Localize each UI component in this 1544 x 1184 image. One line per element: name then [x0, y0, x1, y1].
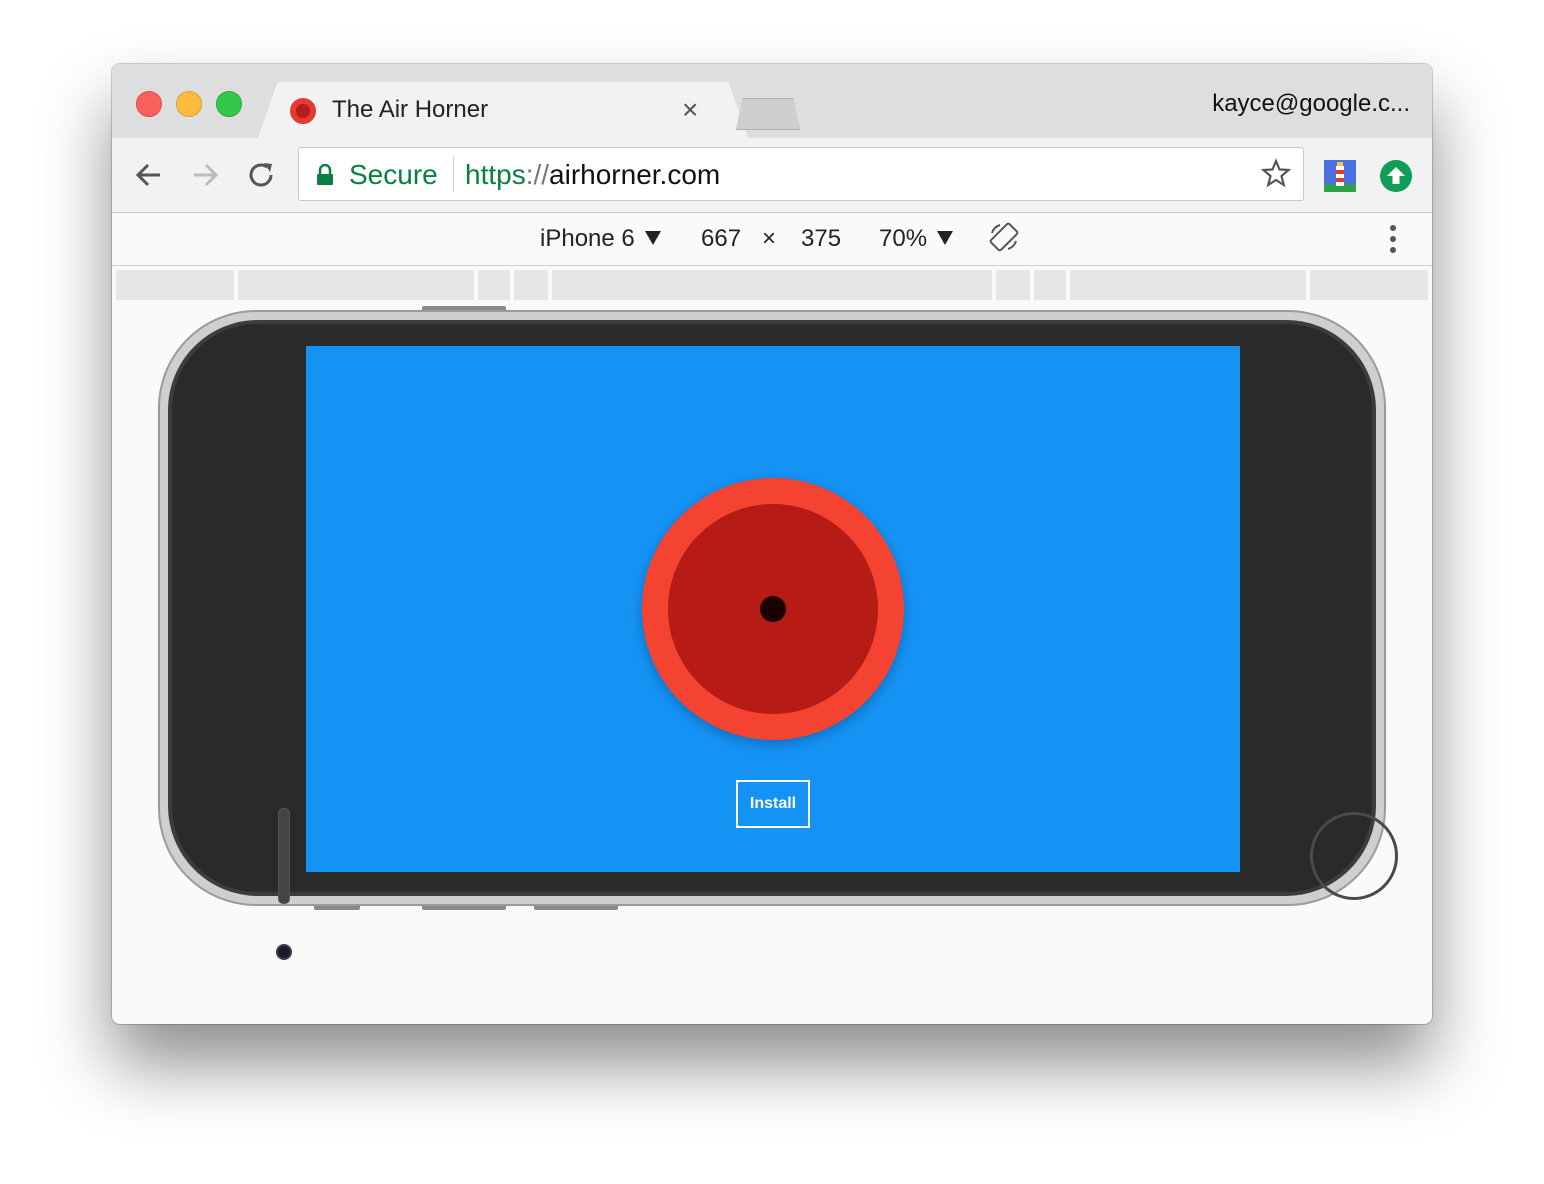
media-query-bar[interactable] [116, 270, 234, 300]
url-scheme: https [465, 159, 526, 190]
tab-close-icon[interactable]: × [682, 94, 698, 126]
media-query-bar[interactable] [1310, 270, 1428, 300]
url-host: airhorner.com [549, 159, 721, 190]
media-query-bar[interactable] [514, 270, 548, 300]
air-horner-favicon-icon [290, 98, 316, 124]
viewport-width-input[interactable]: 667 [701, 225, 741, 253]
viewport-height-input[interactable]: 375 [801, 225, 841, 253]
device-name: iPhone 6 [540, 225, 635, 252]
horn-center-dot [760, 596, 786, 622]
install-button[interactable]: Install [736, 780, 810, 828]
media-query-bar[interactable] [1034, 270, 1066, 300]
security-label: Secure [349, 159, 438, 190]
address-bar[interactable]: Secure https://airhorner.com [298, 147, 1304, 201]
window-maximize-button[interactable] [216, 91, 242, 117]
device-toolbar: iPhone 6 667 × 375 70% [112, 213, 1432, 266]
upload-extension-icon[interactable] [1380, 160, 1412, 192]
forward-arrow-icon [194, 163, 219, 187]
bookmark-star-icon[interactable] [1261, 158, 1291, 188]
new-tab-button[interactable] [736, 98, 800, 130]
profile-button[interactable]: kayce@google.c... [1212, 90, 1410, 118]
tab-title: The Air Horner [332, 96, 489, 123]
media-query-bar[interactable] [478, 270, 510, 300]
rotate-icon[interactable] [988, 221, 1020, 253]
horn-inner-ring [668, 504, 878, 714]
reload-icon [249, 163, 273, 187]
forward-button[interactable] [186, 156, 224, 194]
window-close-button[interactable] [136, 91, 162, 117]
reload-button[interactable] [242, 156, 280, 194]
browser-window: The Air Horner × kayce@google.c... Secur… [112, 64, 1432, 1024]
tab-strip: The Air Horner × kayce@google.c... [112, 64, 1432, 138]
back-arrow-icon [135, 163, 160, 187]
zoom-select[interactable]: 70% [879, 225, 954, 253]
earpiece-speaker [278, 808, 290, 904]
media-query-bar[interactable] [552, 270, 992, 300]
device-dropdown-icon [644, 231, 661, 245]
dimensions-times: × [762, 225, 777, 252]
url-separator: :// [525, 159, 550, 190]
zoom-dropdown-icon [937, 231, 954, 245]
lock-icon [317, 164, 333, 185]
media-query-bar[interactable] [1070, 270, 1306, 300]
url-text[interactable]: https://airhorner.com [465, 159, 720, 191]
window-minimize-button[interactable] [176, 91, 202, 117]
device-select[interactable]: iPhone 6 [540, 225, 661, 253]
back-button[interactable] [130, 156, 168, 194]
front-camera [276, 944, 292, 960]
lighthouse-extension-icon[interactable] [1324, 160, 1356, 192]
air-horn-button[interactable] [642, 478, 904, 740]
browser-toolbar: Secure https://airhorner.com [112, 138, 1432, 213]
device-viewport: Install [306, 346, 1240, 872]
tab-air-horner[interactable]: The Air Horner × [258, 82, 748, 138]
more-options-icon[interactable] [1388, 223, 1398, 255]
media-query-bar[interactable] [996, 270, 1030, 300]
home-button [1310, 812, 1398, 900]
media-query-bar[interactable] [238, 270, 474, 300]
omnibox-divider [453, 156, 454, 192]
zoom-value: 70% [879, 225, 928, 252]
